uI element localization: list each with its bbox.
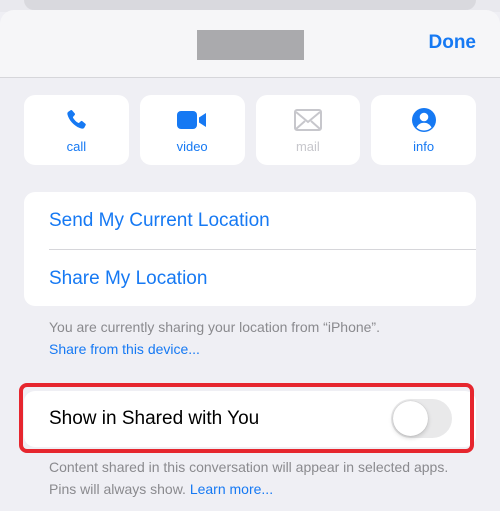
mail-button[interactable]: mail <box>255 95 361 165</box>
info-button[interactable]: info <box>371 95 476 165</box>
toggle-knob <box>393 401 428 436</box>
video-camera-icon <box>176 107 208 133</box>
learn-more-link[interactable]: Learn more... <box>190 481 273 497</box>
location-footnote: You are currently sharing your location … <box>49 316 469 360</box>
underlying-sheet-edge <box>24 0 476 10</box>
share-from-device-link[interactable]: Share from this device... <box>49 338 469 360</box>
location-sharing-note: You are currently sharing your location … <box>49 319 380 335</box>
shared-with-you-row: Show in Shared with You <box>24 391 476 447</box>
video-label: video <box>176 138 208 154</box>
location-card: Send My Current Location Share My Locati… <box>24 192 476 306</box>
call-button[interactable]: call <box>24 95 129 165</box>
call-label: call <box>66 138 87 154</box>
details-header: Done <box>0 10 500 78</box>
phone-icon <box>64 107 88 133</box>
share-my-location-button[interactable]: Share My Location <box>24 250 476 306</box>
envelope-icon <box>293 107 322 133</box>
shared-with-you-label: Show in Shared with You <box>49 408 260 429</box>
send-current-location-button[interactable]: Send My Current Location <box>24 192 476 249</box>
person-circle-icon <box>411 107 437 133</box>
contact-name-redacted <box>197 30 304 60</box>
shared-with-you-toggle[interactable] <box>391 399 452 438</box>
mail-label: mail <box>295 138 320 154</box>
video-button[interactable]: video <box>139 95 245 165</box>
contact-actions: call video mail info <box>24 95 476 165</box>
info-label: info <box>413 138 435 154</box>
shared-with-you-footnote: Content shared in this conversation will… <box>49 456 469 500</box>
done-button[interactable]: Done <box>429 32 477 54</box>
